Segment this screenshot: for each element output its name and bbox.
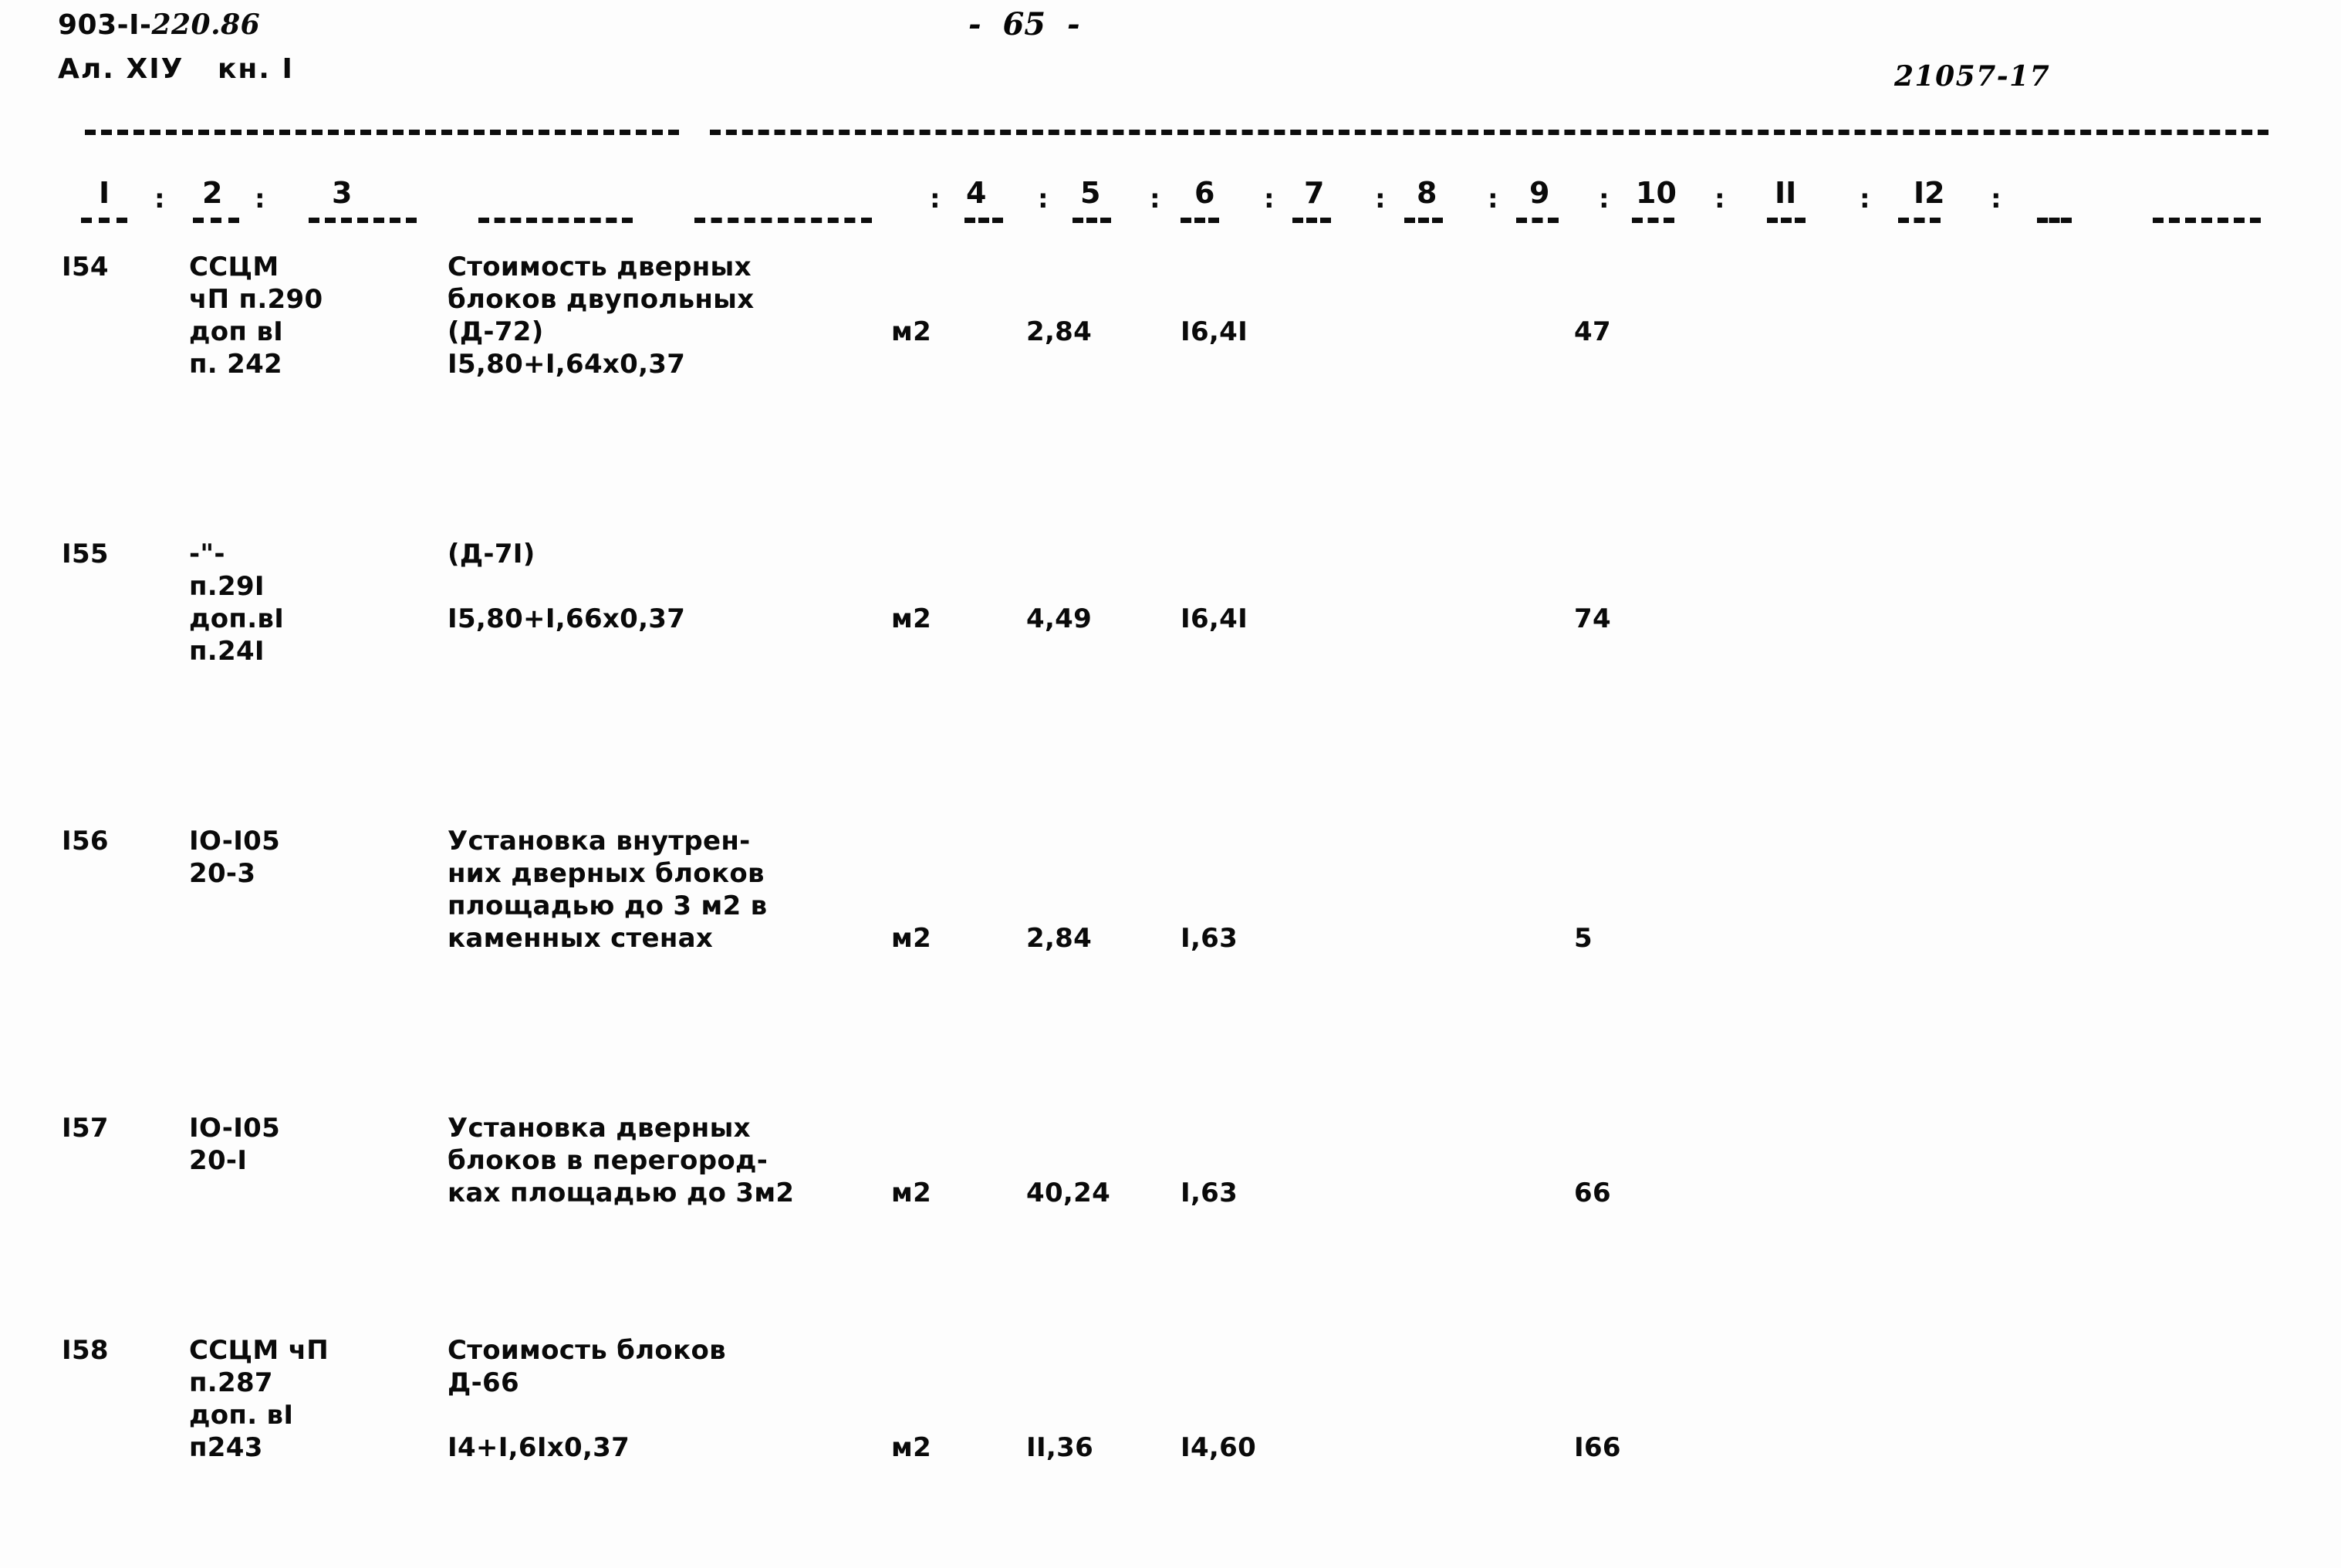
table-row: I57 IO-I05 20-I Установка дверных блоков в п… xyxy=(0,640,2341,1208)
column-separator: : xyxy=(1599,184,1610,215)
row-justification-line: п.287 xyxy=(189,1367,273,1398)
column-header-II: II xyxy=(1775,176,1797,210)
column-header-8: 8 xyxy=(1417,176,1437,210)
row-description-line: Д-66 xyxy=(448,1367,519,1398)
row-justification-line: ССЦМ xyxy=(189,252,279,282)
table-row: I56 IO-I05 20-3 Установка внутрен-них дверн… xyxy=(0,510,2341,954)
table-row: I58 ССЦМ чП п.287 доп. вI п243 Стоимость блок… xyxy=(0,737,2341,1463)
row-total: I66 xyxy=(1574,1432,1621,1463)
row-justification-line: чП п.290 xyxy=(189,284,323,315)
table-row: п.289д.вIп.242Д-65I3,90+I,64х0,37м24,52I… xyxy=(0,1029,2341,1093)
column-separator: : xyxy=(255,184,265,215)
row-description-line: Стоимость дверных xyxy=(448,252,752,282)
row-description-line: блоков двупольных xyxy=(448,284,755,315)
column-separator: : xyxy=(1860,184,1870,215)
table-row: I6IIO-I05тб 20-IУстановка противопо-жарн… xyxy=(0,1093,2341,1191)
column-header-3: 3 xyxy=(332,176,353,210)
row-number: I58 xyxy=(62,1335,109,1366)
column-header-5: 5 xyxy=(1080,176,1101,210)
table-row: I55 -"- п.29I доп.вI п.24I (Д-7I) I5,80+I,66х0… xyxy=(0,380,2341,667)
column-separator: : xyxy=(1038,184,1049,215)
table-row: I54 ССЦМ чП п.290 доп вI п. 242 Стоимость две… xyxy=(0,251,2341,380)
row-number: I54 xyxy=(62,252,109,282)
table-row: I59п287 доп.вIп.242Д-69I4+I,64х0,37м220,… xyxy=(0,867,2341,931)
column-header-10: 10 xyxy=(1636,176,1677,210)
row-description-line: Стоимость блоков xyxy=(448,1335,726,1366)
scanned-document-page: 903-I-220.86 Ал. ХIУ кн. I - 65 - 21057-… xyxy=(0,0,2341,1568)
row-unit-price: I4,60 xyxy=(1181,1432,1257,1463)
estimate-table-body: I54 ССЦМ чП п.290 доп вI п. 242 Стоимость две… xyxy=(0,251,2341,1463)
header-dashed-rule xyxy=(0,218,2341,241)
column-separator: : xyxy=(1714,184,1725,215)
row-description-line: I5,80+I,64х0,37 xyxy=(448,349,686,380)
top-dashed-rule xyxy=(0,130,2341,153)
document-code-handwritten: 220.86 xyxy=(151,8,261,41)
column-header-I2: I2 xyxy=(1914,176,1945,210)
column-header-9: 9 xyxy=(1529,176,1550,210)
row-quantity: 2,84 xyxy=(1026,316,1093,347)
row-unit: м2 xyxy=(891,316,932,347)
row-justification-line: доп. вI xyxy=(189,1400,294,1431)
column-separator: : xyxy=(154,184,165,215)
column-header-I: I xyxy=(99,176,110,210)
row-description-line: I4+I,6Iх0,37 xyxy=(448,1432,630,1463)
column-separator: : xyxy=(1150,184,1160,215)
row-quantity: II,36 xyxy=(1026,1432,1094,1463)
row-total: 47 xyxy=(1574,316,1611,347)
column-separator: : xyxy=(1991,184,2002,215)
column-separator: : xyxy=(1375,184,1386,215)
column-header-7: 7 xyxy=(1304,176,1325,210)
row-justification-line: п243 xyxy=(189,1432,263,1463)
page-number: - 65 - xyxy=(968,6,1080,42)
row-description-line: (Д-72) xyxy=(448,316,544,347)
column-separator: : xyxy=(1264,184,1275,215)
column-separator: : xyxy=(1488,184,1498,215)
row-unit: м2 xyxy=(891,1432,932,1463)
column-header-4: 4 xyxy=(966,176,987,210)
document-code: 903-I-220.86 xyxy=(58,11,260,39)
column-header-6: 6 xyxy=(1194,176,1215,210)
table-row: I60п.288доп.вIп.24IД-70I4,60+I,66х0,37м2… xyxy=(0,931,2341,1029)
column-separator: : xyxy=(930,184,941,215)
column-header-2: 2 xyxy=(202,176,223,210)
row-justification-line: ССЦМ чП xyxy=(189,1335,329,1366)
row-unit-price: I6,4I xyxy=(1181,316,1248,347)
row-justification-line: п. 242 xyxy=(189,349,283,380)
archive-stamp: 21057-17 xyxy=(1894,60,2051,93)
document-code-printed: 903-I- xyxy=(58,9,152,41)
album-book-line: Ал. ХIУ кн. I xyxy=(58,53,294,85)
row-justification-line: доп вI xyxy=(189,316,284,347)
